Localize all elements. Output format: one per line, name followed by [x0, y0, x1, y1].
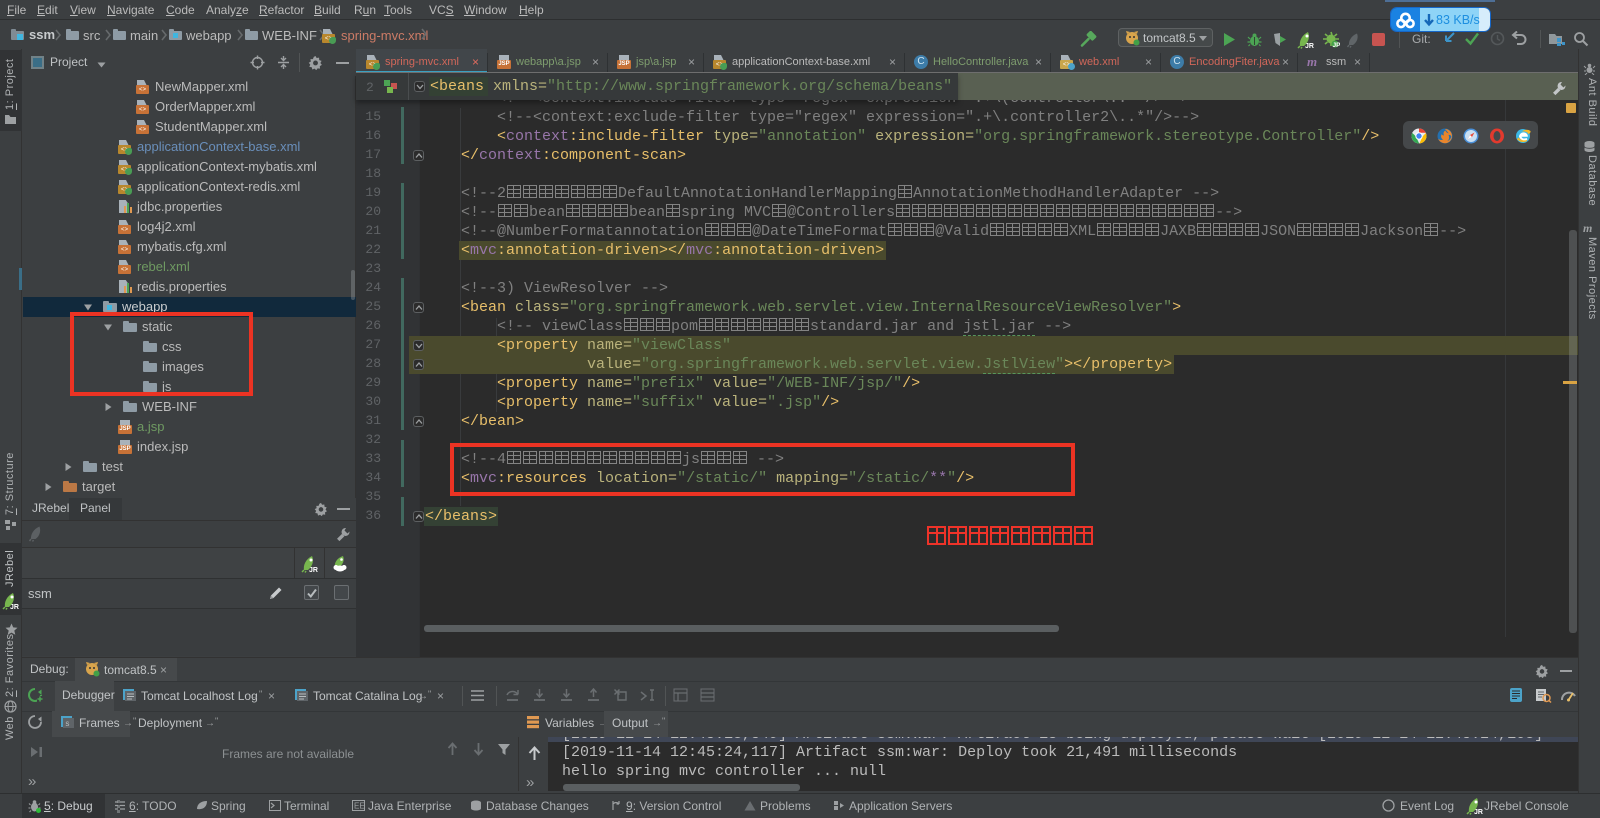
svg-text:JR: JR	[309, 567, 318, 573]
svg-text:s: s	[65, 720, 70, 729]
svg-text:JP: JP	[1333, 42, 1341, 49]
svg-text:JR: JR	[1474, 809, 1483, 815]
svg-text:EE: EE	[354, 802, 365, 811]
svg-text:JR: JR	[10, 604, 19, 610]
